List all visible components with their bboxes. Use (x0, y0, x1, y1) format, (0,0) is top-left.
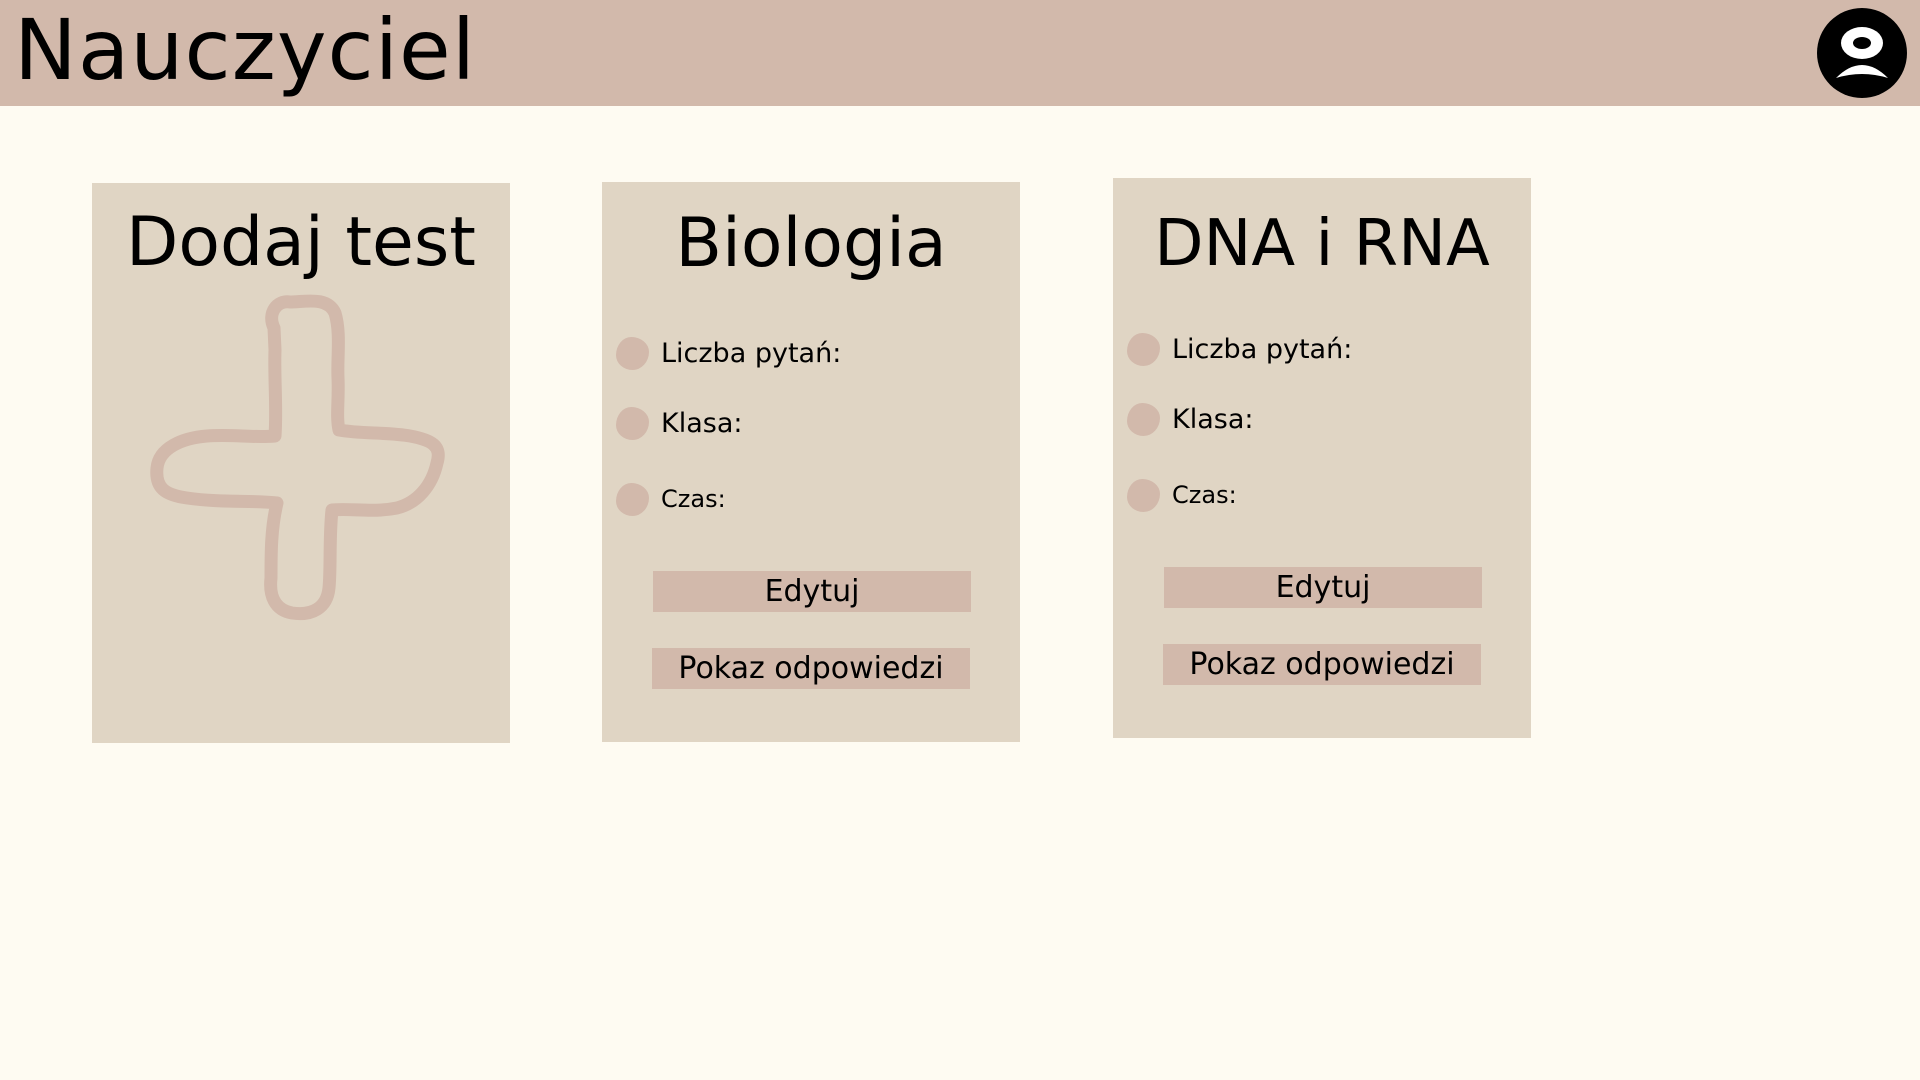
bullet-icon (616, 336, 649, 370)
show-answers-button[interactable]: Pokaz odpowiedzi (652, 648, 970, 689)
bullet-icon (616, 482, 649, 516)
time-label: Czas: (661, 485, 726, 513)
bullet-icon (1127, 402, 1160, 436)
show-answers-button[interactable]: Pokaz odpowiedzi (1163, 644, 1481, 685)
info-row-time: Czas: (1127, 477, 1237, 513)
info-row-class: Klasa: (1127, 401, 1253, 437)
edit-button[interactable]: Edytuj (653, 571, 971, 612)
page-title: Nauczyciel (14, 1, 477, 99)
bullet-icon (616, 406, 649, 440)
questions-label: Liczba pytań: (661, 337, 842, 369)
edit-button[interactable]: Edytuj (1164, 567, 1482, 608)
info-row-questions: Liczba pytań: (1127, 331, 1352, 367)
plus-icon (127, 288, 477, 628)
test-card-dna-rna: DNA i RNA Liczba pytań: Klasa: Czas: Edy… (1113, 178, 1531, 738)
add-test-card[interactable]: Dodaj test (92, 183, 510, 743)
test-title: DNA i RNA (1154, 207, 1490, 281)
bullet-icon (1127, 332, 1160, 366)
test-card-biologia: Biologia Liczba pytań: Klasa: Czas: Edyt… (602, 182, 1020, 742)
add-test-label: Dodaj test (126, 203, 476, 282)
test-title: Biologia (675, 204, 947, 283)
class-label: Klasa: (1172, 403, 1254, 435)
top-bar: Nauczyciel (0, 0, 1920, 106)
info-row-class: Klasa: (616, 405, 742, 441)
bullet-icon (1127, 478, 1160, 512)
class-label: Klasa: (661, 407, 743, 439)
info-row-questions: Liczba pytań: (616, 335, 841, 371)
questions-label: Liczba pytań: (1172, 333, 1353, 365)
info-row-time: Czas: (616, 481, 726, 517)
user-avatar-icon[interactable] (1817, 8, 1907, 98)
time-label: Czas: (1172, 481, 1237, 509)
